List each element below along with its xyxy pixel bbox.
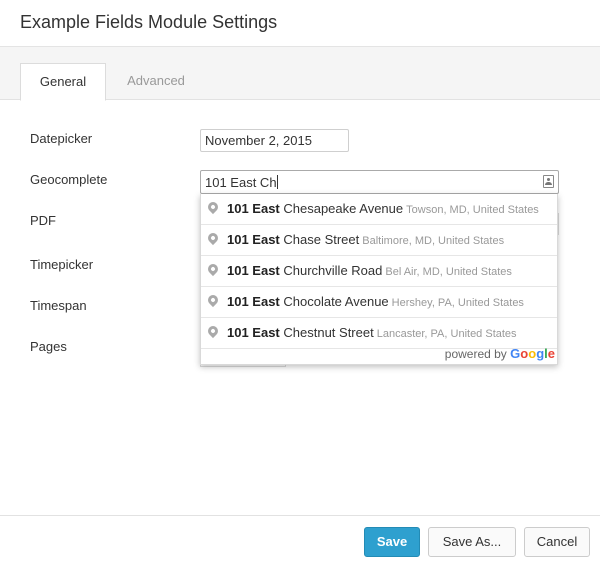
tab-bar: General Advanced xyxy=(0,47,600,101)
map-pin-icon xyxy=(205,292,221,308)
attribution-prefix: powered by xyxy=(444,347,507,361)
suggestion-item[interactable]: 101 East Chase Street Baltimore, MD, Unit… xyxy=(201,225,557,256)
datepicker-label: Datepicker xyxy=(30,131,93,146)
google-attribution: powered by Google xyxy=(445,346,555,362)
datepicker-input[interactable]: November 2, 2015 xyxy=(200,129,349,152)
settings-form: Datepicker November 2, 2015 Geocomplete … xyxy=(0,101,600,515)
suggestion-item[interactable]: 101 East Chesapeake Avenue Towson, MD, Un… xyxy=(201,194,557,225)
suggestion-item[interactable]: 101 East Chestnut Street Lancaster, PA, U… xyxy=(201,318,557,349)
pages-label: Pages xyxy=(30,339,67,354)
text-caret xyxy=(276,175,278,189)
contact-card-icon[interactable] xyxy=(543,175,554,188)
timepicker-label: Timepicker xyxy=(30,257,94,272)
dialog-header: Example Fields Module Settings xyxy=(0,0,600,47)
tab-general[interactable]: General xyxy=(20,63,106,101)
map-pin-icon xyxy=(205,199,221,215)
save-button[interactable]: Save xyxy=(364,527,420,557)
suggestion-item[interactable]: 101 East Chocolate Avenue Hershey, PA, Un… xyxy=(201,287,557,318)
map-pin-icon xyxy=(205,323,221,339)
google-logo: Google xyxy=(510,346,555,361)
geocomplete-input[interactable]: 101 East Ch xyxy=(200,170,559,194)
dialog-footer: Save Save As... Cancel xyxy=(0,515,600,566)
map-pin-icon xyxy=(205,261,221,277)
geocomplete-label: Geocomplete xyxy=(30,172,108,187)
suggestion-item[interactable]: 101 East Churchville Road Bel Air, MD, Un… xyxy=(201,256,557,287)
tab-advanced[interactable]: Advanced xyxy=(108,63,204,101)
timespan-label: Timespan xyxy=(30,298,87,313)
save-as-button[interactable]: Save As... xyxy=(428,527,516,557)
geocomplete-value: 101 East Ch xyxy=(205,175,278,190)
cancel-button[interactable]: Cancel xyxy=(524,527,590,557)
pdf-label: PDF xyxy=(30,213,56,228)
map-pin-icon xyxy=(205,230,221,246)
geocomplete-suggestions: 101 East Chesapeake Avenue Towson, MD, Un… xyxy=(200,194,558,365)
dialog-title: Example Fields Module Settings xyxy=(20,12,278,32)
